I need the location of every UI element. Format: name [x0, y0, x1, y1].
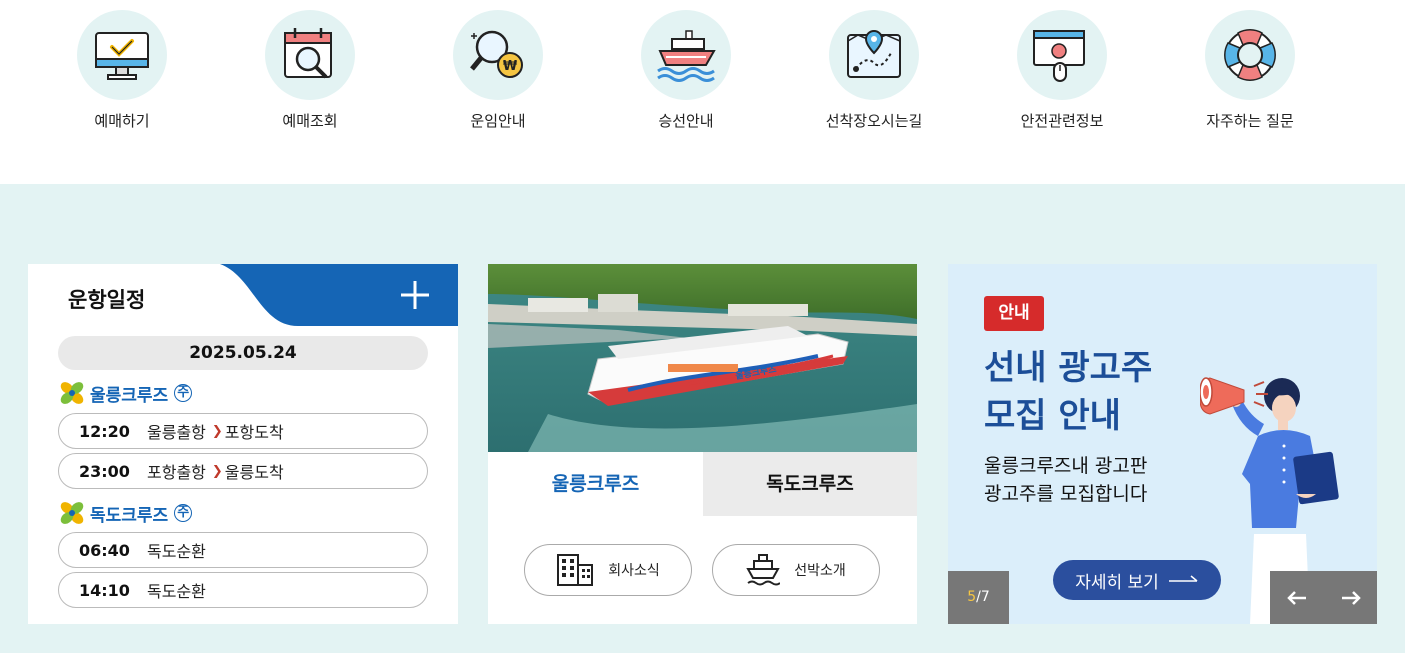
quick-menu: 예매하기 예매조회 ₩ 운임안내 승선안내 선착장오시는길 안전관련정보 자주하… [0, 0, 1405, 184]
quick-item-boarding[interactable]: 승선안내 [606, 10, 766, 131]
schedule-card: 운항일정 2025.05.24 울릉크루즈 주 12:20 울릉출항 ❯ 포항도… [28, 264, 458, 624]
trip-time: 14:10 [79, 580, 130, 600]
quick-icon-circle [829, 10, 919, 100]
quick-item-inquiry[interactable]: 예매조회 [230, 10, 390, 131]
tab-dokdo-cruise[interactable]: 독도크루즈 [703, 452, 917, 516]
calendar-search-icon [284, 28, 332, 79]
arrow-right-icon: ❯ [211, 423, 223, 439]
main-section: 운항일정 2025.05.24 울릉크루즈 주 12:20 울릉출항 ❯ 포항도… [0, 184, 1405, 653]
banner-title-line2: 모집 안내 [984, 396, 1121, 436]
quick-label: 승선안내 [658, 112, 714, 130]
view-details-button[interactable]: 자세히 보기 [1053, 560, 1221, 600]
quick-icon-circle [1017, 10, 1107, 100]
quick-item-directions[interactable]: 선착장오시는길 [794, 10, 954, 131]
banner-title: 선내 광고주 모집 안내 [984, 344, 1152, 440]
ship-intro-label: 선박소개 [794, 563, 846, 579]
trip-from: 울릉출항 [147, 423, 206, 442]
route-title: 독도크루즈 주 [58, 500, 193, 526]
notice-badge: 안내 [984, 296, 1044, 331]
company-news-label: 회사소식 [608, 563, 660, 579]
quick-icon-circle [77, 10, 167, 100]
arrow-right-icon: ❯ [211, 463, 223, 479]
trip-row[interactable]: 14:10 독도순환 [58, 572, 428, 608]
quick-label: 선착장오시는길 [825, 112, 923, 130]
quick-label: 예매조회 [282, 112, 338, 130]
trip-from: 독도순환 [147, 582, 206, 601]
building-icon [557, 554, 594, 586]
route-title: 울릉크루즈 주 [58, 380, 193, 406]
route-name: 울릉크루즈 [90, 385, 169, 406]
view-details-label: 자세히 보기 [1075, 572, 1159, 593]
pager-total: 7 [980, 589, 990, 605]
quick-label: 자주하는 질문 [1206, 112, 1294, 130]
company-news-button[interactable]: 회사소식 [524, 544, 692, 596]
quick-icon-circle [641, 10, 731, 100]
ship-icon [657, 30, 716, 82]
notice-banner[interactable]: 안내 선내 광고주 모집 안내 울릉크루즈내 광고판 광고주를 모집합니다 자세… [948, 264, 1377, 624]
trip-to: 포항도착 [224, 423, 284, 442]
quick-label: 운임안내 [470, 112, 526, 130]
svg-text:₩: ₩ [503, 59, 518, 74]
safety-screen-icon [1033, 30, 1085, 82]
cruise-card: 울릉크루즈 울릉크루즈 독도크루즈 회사소식 선박소개 [488, 264, 917, 624]
ship-icon [746, 554, 781, 586]
fare-search-icon: ₩ [470, 30, 523, 78]
quick-item-faq[interactable]: 자주하는 질문 [1170, 10, 1330, 131]
next-slide-button[interactable] [1324, 571, 1377, 624]
trip-time: 06:40 [79, 540, 130, 560]
lifebuoy-icon [1224, 29, 1276, 81]
map-route-icon [847, 29, 901, 78]
propeller-icon [60, 382, 84, 404]
banner-title-line1: 선내 광고주 [984, 348, 1153, 388]
quick-label: 예매하기 [94, 112, 150, 130]
quick-icon-circle: ₩ [453, 10, 543, 100]
arrow-right-icon [1341, 590, 1361, 605]
slide-pager: 5/7 [948, 571, 1009, 624]
trip-to: 울릉도착 [224, 463, 284, 482]
banner-description: 울릉크루즈내 광고판 광고주를 모집합니다 [984, 452, 1147, 508]
banner-desc-line1: 울릉크루즈내 광고판 [984, 455, 1148, 477]
cruise-ship-photo: 울릉크루즈 [488, 264, 917, 452]
pager-current: 5 [967, 589, 977, 605]
quick-label: 안전관련정보 [1020, 112, 1104, 130]
ship-intro-button[interactable]: 선박소개 [712, 544, 880, 596]
quick-icon-circle [1205, 10, 1295, 100]
propeller-icon [60, 502, 84, 524]
arrow-left-icon [1287, 590, 1306, 605]
trip-row[interactable]: 23:00 포항출항 ❯ 울릉도착 [58, 453, 428, 489]
trip-time: 23:00 [79, 461, 130, 481]
quick-item-safety[interactable]: 안전관련정보 [982, 10, 1142, 131]
prev-slide-button[interactable] [1270, 571, 1324, 624]
long-arrow-right-icon [1168, 575, 1198, 582]
quick-item-reservation[interactable]: 예매하기 [42, 10, 202, 131]
quick-icon-circle [265, 10, 355, 100]
trip-from: 포항출항 [147, 463, 206, 482]
banner-desc-line2: 광고주를 모집합니다 [984, 483, 1148, 505]
plus-icon[interactable] [398, 278, 432, 312]
route-badge: 주 [174, 384, 193, 402]
schedule-title: 운항일정 [68, 288, 146, 312]
quick-item-fare[interactable]: ₩ 운임안내 [418, 10, 578, 131]
route-badge: 주 [174, 504, 193, 522]
tab-ulleung-cruise[interactable]: 울릉크루즈 [488, 452, 703, 516]
trip-row[interactable]: 12:20 울릉출항 ❯ 포항도착 [58, 413, 428, 449]
schedule-date: 2025.05.24 [58, 336, 428, 370]
trip-row[interactable]: 06:40 독도순환 [58, 532, 428, 568]
route-name: 독도크루즈 [90, 505, 169, 526]
trip-from: 독도순환 [147, 542, 206, 561]
trip-time: 12:20 [79, 421, 130, 441]
monitor-check-icon [95, 32, 149, 80]
